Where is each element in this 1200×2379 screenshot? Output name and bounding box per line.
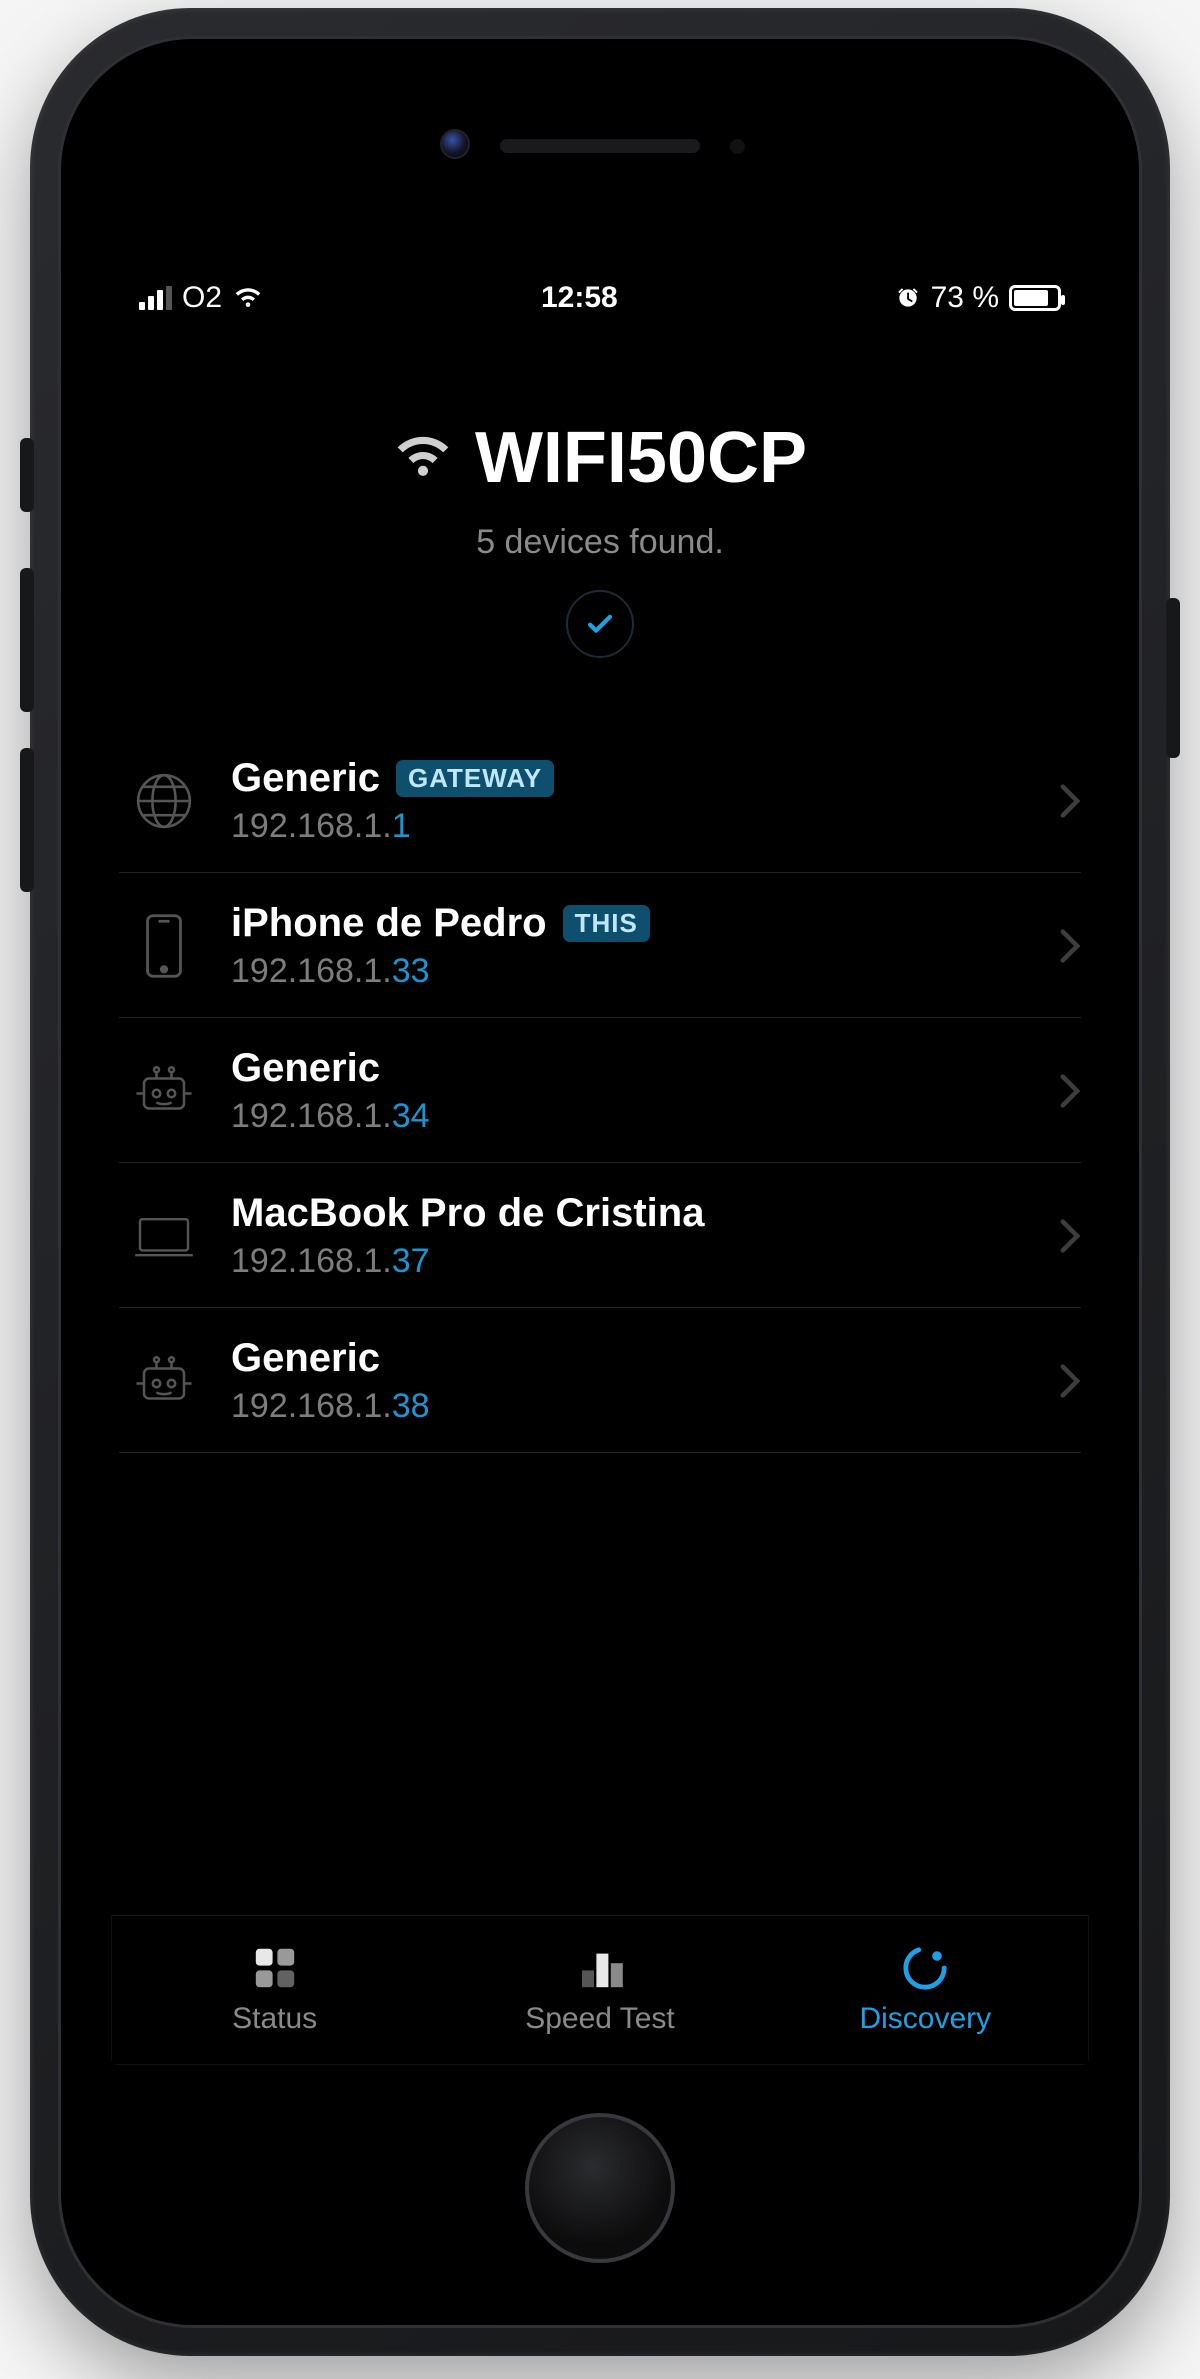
battery-percent: 73 % <box>931 281 999 315</box>
phone-icon <box>119 913 209 979</box>
phone-frame: O2 12:58 73 % <box>30 8 1170 2356</box>
signal-icon <box>139 286 172 310</box>
tab-status[interactable]: Status <box>112 1916 437 2064</box>
power-button <box>1166 598 1180 758</box>
device-row-this[interactable]: iPhone de Pedro THIS 192.168.1.33 <box>119 873 1081 1018</box>
chevron-right-icon <box>1059 928 1081 964</box>
chevron-right-icon <box>1059 1073 1081 1109</box>
mute-switch <box>20 438 34 512</box>
chevron-right-icon <box>1059 783 1081 819</box>
network-name: WIFI50CP <box>475 417 807 499</box>
device-ip: 192.168.1.33 <box>231 952 1037 991</box>
tab-label: Status <box>232 2002 317 2036</box>
device-list: Generic GATEWAY 192.168.1.1 <box>111 728 1089 1453</box>
tab-bar: Status Speed Test <box>111 1915 1089 2065</box>
device-ip: 192.168.1.38 <box>231 1387 1037 1426</box>
this-device-badge: THIS <box>563 905 650 942</box>
device-name-label: Generic <box>231 1336 380 1381</box>
globe-icon <box>119 770 209 832</box>
status-time: 12:58 <box>541 281 618 315</box>
laptop-icon <box>119 1212 209 1260</box>
device-ip: 192.168.1.1 <box>231 807 1037 846</box>
sensor <box>730 139 745 154</box>
wifi-icon <box>232 286 264 310</box>
device-ip: 192.168.1.37 <box>231 1242 1037 1281</box>
wifi-large-icon <box>393 434 453 482</box>
device-name-label: Generic <box>231 1046 380 1091</box>
tab-label: Discovery <box>859 2002 991 2036</box>
volume-up-button <box>20 568 34 712</box>
phone-body: O2 12:58 73 % <box>58 36 1142 2328</box>
tab-label: Speed Test <box>525 2002 675 2036</box>
device-name-label: Generic <box>231 756 380 801</box>
status-bar: O2 12:58 73 % <box>111 269 1089 327</box>
front-camera <box>440 129 470 159</box>
scan-complete-indicator[interactable] <box>566 590 634 658</box>
chevron-right-icon <box>1059 1218 1081 1254</box>
volume-down-button <box>20 748 34 892</box>
robot-icon <box>119 1356 209 1406</box>
header: WIFI50CP 5 devices found. <box>111 327 1089 658</box>
radar-icon <box>901 1944 949 1992</box>
devices-found-label: 5 devices found. <box>111 523 1089 562</box>
carrier-label: O2 <box>182 281 222 315</box>
device-row[interactable]: MacBook Pro de Cristina 192.168.1.37 <box>119 1163 1081 1308</box>
check-icon <box>583 607 617 641</box>
battery-icon <box>1009 285 1061 311</box>
earpiece <box>500 139 700 153</box>
home-button[interactable] <box>525 2113 675 2263</box>
grid-icon <box>251 1944 299 1992</box>
gateway-badge: GATEWAY <box>396 760 554 797</box>
tab-speed-test[interactable]: Speed Test <box>437 1916 762 2064</box>
device-row[interactable]: Generic 192.168.1.34 <box>119 1018 1081 1163</box>
bars-icon <box>576 1944 624 1992</box>
alarm-icon <box>895 285 921 311</box>
chevron-right-icon <box>1059 1363 1081 1399</box>
device-ip: 192.168.1.34 <box>231 1097 1037 1136</box>
device-row-gateway[interactable]: Generic GATEWAY 192.168.1.1 <box>119 728 1081 873</box>
device-name-label: iPhone de Pedro <box>231 901 547 946</box>
device-row[interactable]: Generic 192.168.1.38 <box>119 1308 1081 1453</box>
screen: O2 12:58 73 % <box>111 269 1089 2065</box>
device-name-label: MacBook Pro de Cristina <box>231 1191 704 1236</box>
robot-icon <box>119 1066 209 1116</box>
tab-discovery[interactable]: Discovery <box>763 1916 1088 2064</box>
